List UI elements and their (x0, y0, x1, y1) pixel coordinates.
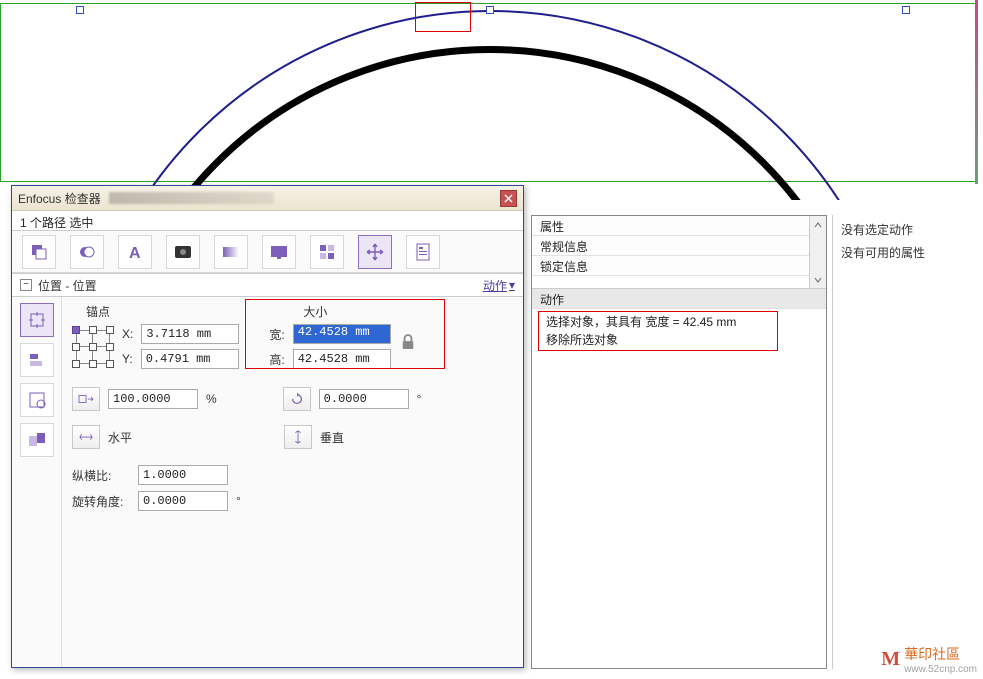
flip-h-button[interactable] (72, 425, 100, 449)
y-label: Y: (122, 352, 133, 366)
transform-icon (27, 430, 47, 450)
angle-input[interactable] (138, 491, 228, 511)
flip-h-label: 水平 (108, 429, 132, 446)
list-row[interactable]: 属性 (532, 216, 826, 236)
scale-unit: % (206, 392, 217, 406)
close-icon (504, 194, 513, 203)
collapse-toggle[interactable]: − (20, 279, 32, 291)
fill-icon (29, 242, 49, 262)
rotate-button[interactable] (283, 387, 311, 411)
svg-text:A: A (129, 245, 141, 262)
sidetool-position[interactable] (20, 303, 54, 337)
selection-handle[interactable] (902, 6, 910, 14)
side-toolbar (12, 297, 62, 667)
y-input[interactable] (141, 349, 239, 369)
titlebar[interactable]: Enfocus 检查器 (12, 186, 523, 211)
main-toolbar: A (12, 231, 523, 273)
actions-label: 动作 (483, 277, 507, 294)
watermark-url: www.52cnp.com (904, 664, 977, 675)
flip-h-icon (76, 430, 96, 444)
gradient-icon (221, 242, 241, 262)
measure-icon (27, 390, 47, 410)
actions-panel: 属性 常规信息 锁定信息 动作 选择对象，其具有 宽度 = 42.45 mm 移… (531, 215, 827, 669)
move-icon (365, 242, 385, 262)
sidetool-align[interactable] (20, 343, 54, 377)
tool-gradient[interactable] (214, 235, 248, 269)
annotation-box (245, 299, 445, 369)
tool-fill[interactable] (22, 235, 56, 269)
selection-status: 1 个路径 选中 (12, 211, 523, 231)
close-button[interactable] (500, 190, 517, 207)
scale-icon (76, 392, 96, 406)
tool-overlap[interactable] (70, 235, 104, 269)
chevron-down-icon: ▾ (509, 278, 515, 292)
actions-menu[interactable]: 动作 ▾ (483, 277, 515, 294)
info-icon (413, 242, 433, 262)
flip-v-label: 垂直 (320, 429, 344, 446)
flip-v-button[interactable] (284, 425, 312, 449)
x-input[interactable] (141, 324, 239, 344)
tool-screen[interactable] (262, 235, 296, 269)
section-title: 位置 - 位置 (38, 277, 97, 294)
angle-unit: ° (236, 494, 241, 508)
tool-info[interactable] (406, 235, 440, 269)
overlap-icon (77, 242, 97, 262)
no-props-text: 没有可用的属性 (841, 244, 969, 261)
text-icon: A (125, 242, 145, 262)
properties-list: 属性 常规信息 锁定信息 (532, 216, 826, 276)
screen-icon (269, 242, 289, 262)
tool-text[interactable]: A (118, 235, 152, 269)
chevron-down-icon (814, 276, 822, 284)
rotate-unit: ° (417, 392, 422, 406)
section-header: − 位置 - 位置 动作 ▾ (12, 273, 523, 297)
actions-header: 动作 (532, 289, 826, 309)
ratio-label: 纵横比: (72, 467, 130, 484)
anchor-label: 锚点 (86, 303, 239, 320)
angle-label: 旋转角度: (72, 493, 130, 510)
list-row[interactable]: 锁定信息 (532, 256, 826, 276)
ruler-edge (975, 0, 978, 184)
tool-grid[interactable] (310, 235, 344, 269)
window-title: Enfocus 检查器 (18, 190, 101, 207)
grid-icon (317, 242, 337, 262)
selection-handle[interactable] (486, 6, 494, 14)
align-icon (27, 350, 47, 370)
flip-v-icon (291, 427, 305, 447)
content-area: 锚点 (62, 297, 523, 667)
scroll-up[interactable] (810, 216, 826, 233)
panel-body: 锚点 (12, 297, 523, 667)
scrollbar[interactable] (809, 216, 826, 288)
selection-handle[interactable] (76, 6, 84, 14)
chevron-up-icon (814, 221, 822, 229)
inspector-window: Enfocus 检查器 1 个路径 选中 A − 位置 - 位置 动作 ▾ (11, 185, 524, 668)
image-icon (173, 242, 193, 262)
tool-image[interactable] (166, 235, 200, 269)
scale-input[interactable] (108, 389, 198, 409)
no-action-text: 没有选定动作 (841, 221, 969, 238)
watermark-brand: 華印社區 (904, 646, 960, 662)
annotation-box (538, 311, 778, 351)
anchor-selector[interactable] (72, 326, 114, 368)
watermark: M 華印社區 www.52cnp.com (881, 644, 977, 675)
scroll-down[interactable] (810, 271, 826, 288)
sidetool-transform[interactable] (20, 423, 54, 457)
watermark-logo: M (881, 648, 900, 671)
artwork-clip (0, 0, 983, 200)
sidetool-measure[interactable] (20, 383, 54, 417)
annotation-box (415, 2, 471, 32)
ratio-input[interactable] (138, 465, 228, 485)
rotate-input[interactable] (319, 389, 409, 409)
tool-move[interactable] (358, 235, 392, 269)
position-icon (27, 310, 47, 330)
title-blur (109, 192, 274, 204)
info-panel: 没有选定动作 没有可用的属性 (832, 215, 977, 669)
list-row[interactable]: 常规信息 (532, 236, 826, 256)
scale-button[interactable] (72, 387, 100, 411)
rotate-icon (287, 392, 307, 406)
x-label: X: (122, 327, 133, 341)
